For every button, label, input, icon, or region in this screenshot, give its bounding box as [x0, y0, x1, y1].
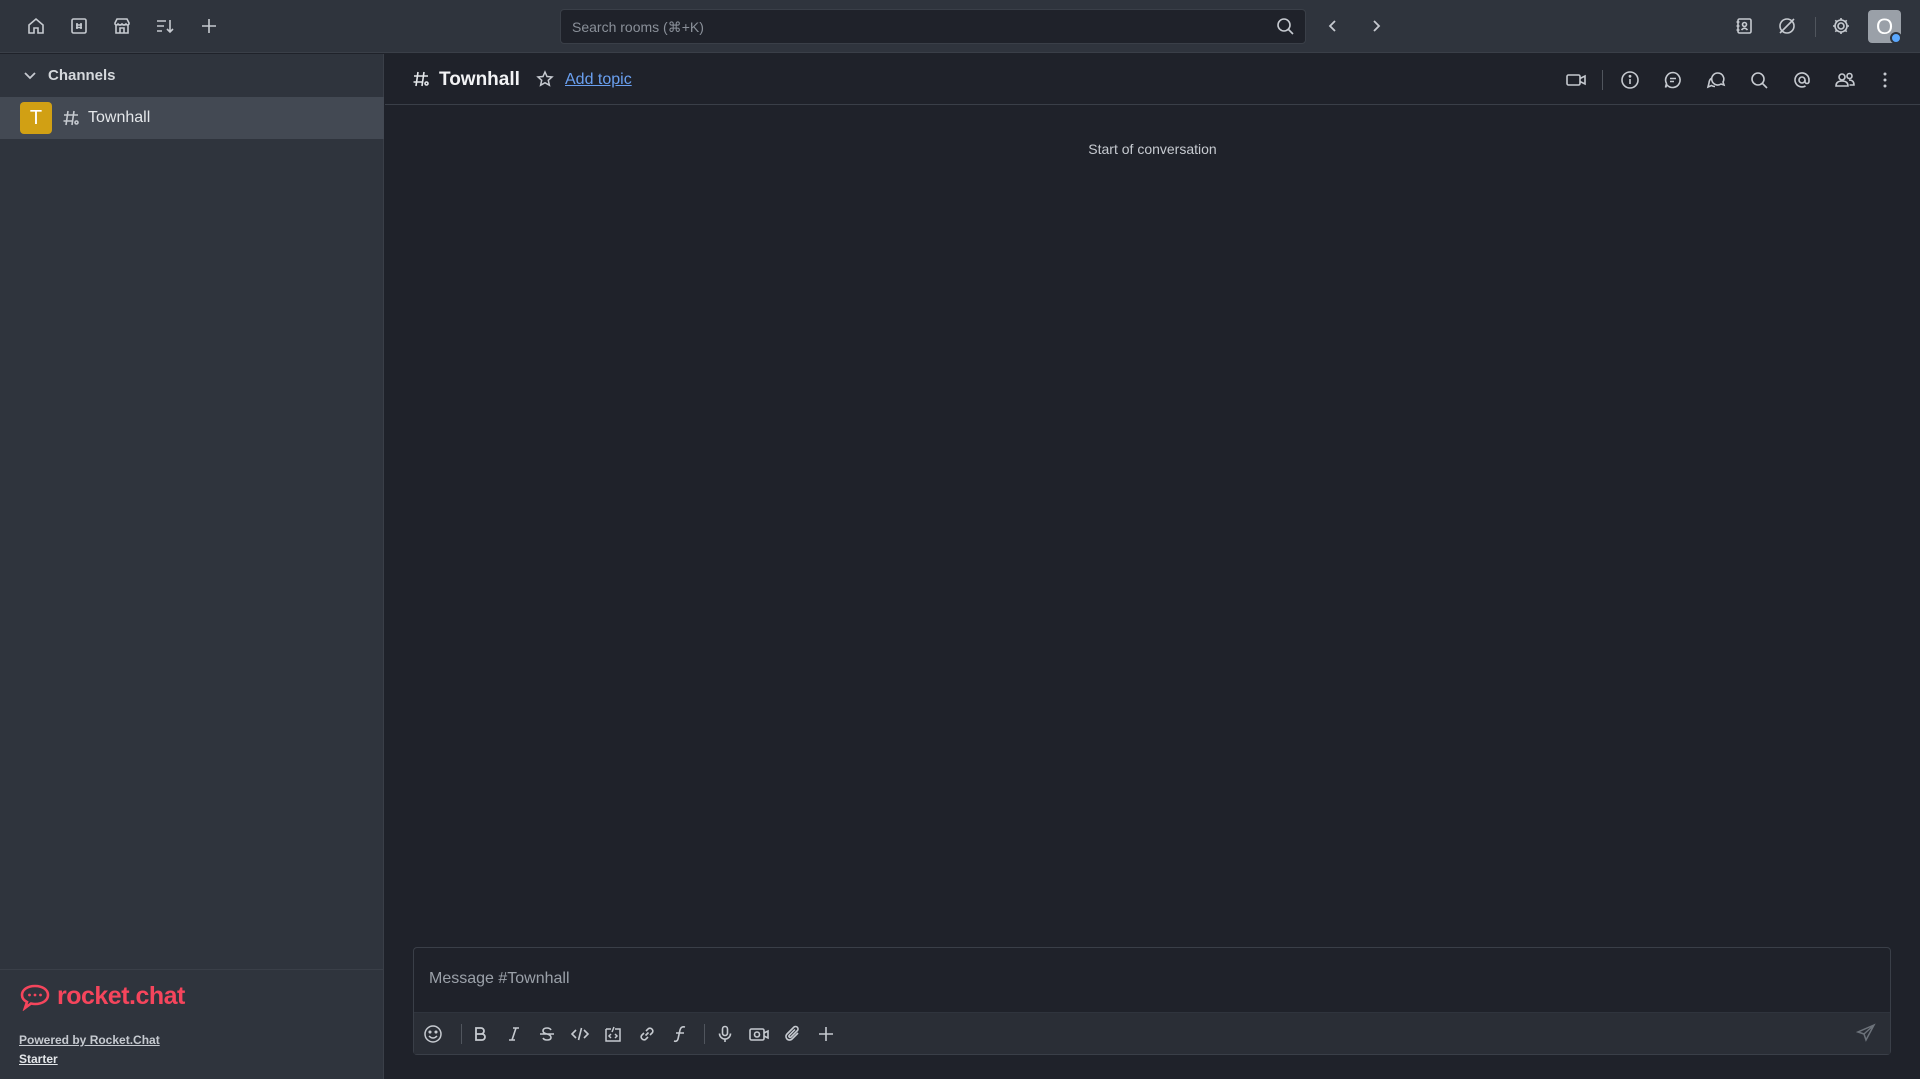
composer-toolbar — [414, 1012, 1890, 1054]
sidebar-item-label: Townhall — [88, 109, 151, 126]
formula-icon[interactable] — [669, 1023, 691, 1045]
powered-by-link[interactable]: Powered by Rocket.Chat — [19, 1033, 160, 1047]
sidebar-footer: rocket.chat Powered by Rocket.Chat Start… — [0, 969, 384, 1079]
room-info-icon[interactable] — [1617, 67, 1643, 93]
channels-group-label: Channels — [48, 66, 116, 84]
rocketchat-logo: rocket.chat — [19, 982, 185, 1011]
plus-icon[interactable] — [815, 1023, 837, 1045]
presence-disabled-icon[interactable] — [1772, 11, 1802, 41]
italic-icon[interactable] — [503, 1023, 525, 1045]
members-icon[interactable] — [1832, 67, 1858, 93]
discussions-icon[interactable] — [1703, 67, 1729, 93]
strikethrough-icon[interactable] — [536, 1023, 558, 1045]
room-header: Townhall Add topic — [385, 54, 1920, 105]
room-avatar: T — [20, 102, 52, 134]
code-block-icon[interactable] — [602, 1023, 624, 1045]
composer-divider — [461, 1024, 462, 1044]
mentions-icon[interactable] — [1789, 67, 1815, 93]
channels-group-header[interactable]: Channels — [0, 54, 384, 96]
brand-wordmark: rocket.chat — [57, 982, 185, 1010]
contact-book-icon[interactable] — [1729, 11, 1759, 41]
toolbar-divider — [1815, 17, 1816, 37]
directory-icon[interactable] — [64, 11, 94, 41]
search-rooms-input[interactable]: Search rooms (⌘+K) — [560, 9, 1306, 44]
marketplace-icon[interactable] — [107, 11, 137, 41]
paperclip-icon[interactable] — [782, 1023, 804, 1045]
sidebar-item-townhall[interactable]: T Townhall — [0, 97, 384, 139]
send-icon[interactable] — [1856, 1023, 1876, 1043]
header-divider — [1602, 70, 1603, 90]
settings-gear-icon[interactable] — [1826, 11, 1856, 41]
room-title: Townhall — [439, 69, 520, 90]
plan-link[interactable]: Starter — [19, 1052, 58, 1066]
emoji-icon[interactable] — [422, 1023, 444, 1045]
room-avatar-letter: T — [29, 106, 43, 129]
start-of-conversation: Start of conversation — [1088, 141, 1217, 157]
kebab-menu-icon[interactable] — [1872, 67, 1898, 93]
chevron-left-icon[interactable] — [1318, 11, 1348, 41]
bold-icon[interactable] — [469, 1023, 491, 1045]
home-icon[interactable] — [21, 11, 51, 41]
team-channel-icon — [411, 69, 431, 89]
top-bar: Search rooms (⌘+K) O — [0, 0, 1920, 53]
sidebar: Channels T Townhall rocket.chat Powered … — [0, 54, 384, 1079]
search-messages-icon[interactable] — [1746, 67, 1772, 93]
composer-divider — [704, 1024, 705, 1044]
message-input[interactable]: Message #Townhall — [429, 970, 570, 988]
video-call-icon[interactable] — [1563, 67, 1589, 93]
user-status-indicator — [1890, 32, 1902, 44]
message-composer[interactable]: Message #Townhall — [413, 947, 1891, 1055]
search-placeholder: Search rooms (⌘+K) — [572, 19, 704, 35]
chevron-down-icon — [22, 67, 38, 83]
microphone-icon[interactable] — [714, 1023, 736, 1045]
inline-code-icon[interactable] — [569, 1023, 591, 1045]
search-icon — [1275, 16, 1295, 36]
sort-icon[interactable] — [150, 11, 180, 41]
threads-icon[interactable] — [1660, 67, 1686, 93]
rocketchat-logo-icon — [20, 984, 50, 1011]
link-icon[interactable] — [636, 1023, 658, 1045]
star-icon[interactable] — [536, 70, 554, 88]
create-new-icon[interactable] — [194, 11, 224, 41]
video-message-icon[interactable] — [748, 1023, 770, 1045]
add-topic-link[interactable]: Add topic — [565, 71, 632, 89]
chevron-right-icon[interactable] — [1361, 11, 1391, 41]
team-channel-icon — [61, 108, 81, 128]
